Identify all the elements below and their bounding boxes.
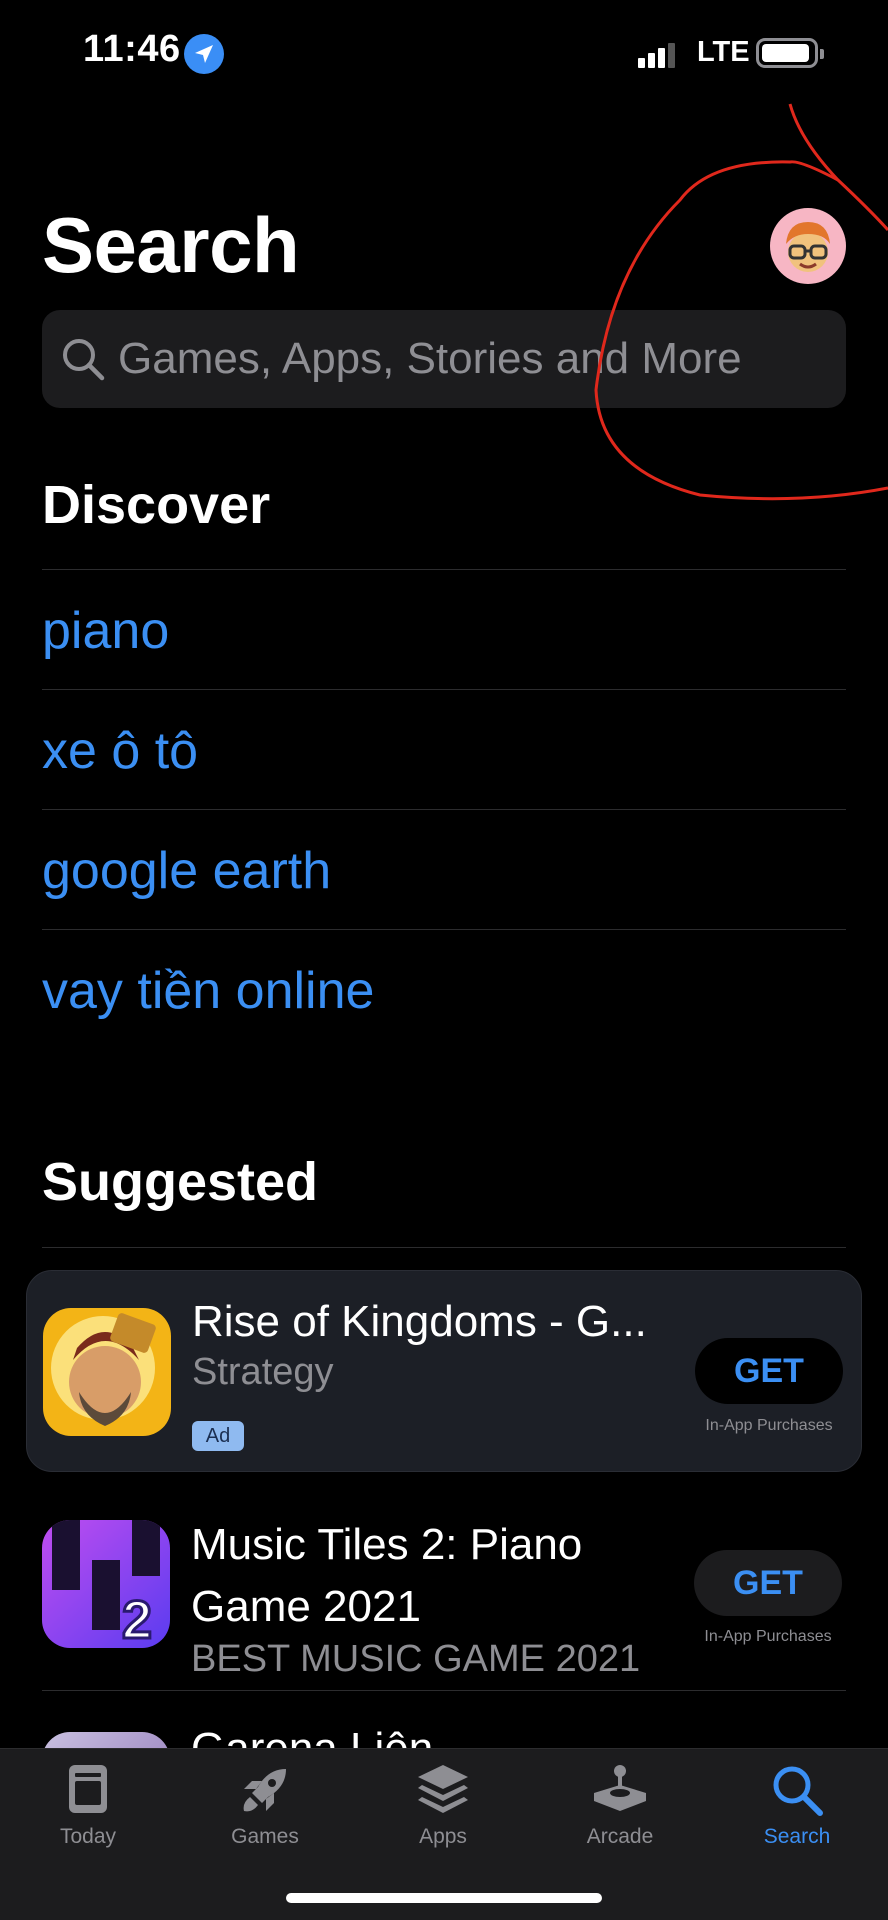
tab-label: Search [763,1825,831,1848]
discover-item-xe-o-to[interactable]: xe ô tô [42,692,846,810]
discover-item-google-earth[interactable]: google earth [42,812,846,930]
divider [42,1247,846,1248]
tab-apps[interactable]: Apps [368,1749,518,1879]
tab-games[interactable]: Games [190,1749,340,1879]
joystick-icon [594,1765,646,1811]
discover-item-vay-tien-online[interactable]: vay tiền online [42,932,846,1050]
discover-item-piano[interactable]: piano [42,572,846,690]
get-button[interactable]: GET [694,1550,842,1616]
rise-of-kingdoms-app-icon [43,1308,171,1436]
rocket-icon [243,1769,286,1812]
tab-label: Games [231,1825,299,1848]
home-indicator [286,1893,602,1903]
divider [42,929,846,930]
discover-title: Discover [42,475,271,535]
app-row-music-tiles-2[interactable]: 2 Music Tiles 2: Piano Game 2021 BEST MU… [26,1490,862,1690]
ad-badge: Ad [192,1421,244,1451]
svg-text:2: 2 [122,1590,152,1648]
divider [42,689,846,690]
cellular-signal-icon [638,40,684,68]
location-arrow-icon [184,34,224,74]
battery-icon [756,38,824,68]
tab-arcade[interactable]: Arcade [545,1749,695,1879]
app-name: Rise of Kingdoms - G... [192,1297,647,1346]
tab-search[interactable]: Search [722,1749,872,1879]
apps-stack-icon [418,1765,468,1813]
status-bar: 11:46 LTE [0,0,888,110]
suggested-title: Suggested [42,1152,319,1212]
music-tiles-2-app-icon: 2 [42,1520,170,1648]
in-app-purchases-note: In-App Purchases [704,1628,832,1645]
memoji-avatar-icon[interactable] [770,208,846,284]
today-icon [69,1765,107,1813]
app-name: Music Tiles 2: Piano Game 2021 [191,1520,583,1631]
app-row-rise-of-kingdoms[interactable]: Rise of Kingdoms - G... Strategy Ad GET … [26,1270,862,1472]
search-icon [773,1766,823,1816]
search-icon [63,339,105,381]
page-title: Search [42,201,300,289]
divider [42,569,846,570]
divider [42,809,846,810]
in-app-purchases-note: In-App Purchases [705,1417,833,1434]
tab-today[interactable]: Today [13,1749,163,1879]
tab-label: Arcade [586,1825,654,1848]
search-input[interactable] [118,310,838,408]
tab-label: Apps [419,1825,467,1848]
search-bar[interactable] [42,310,846,408]
app-subtitle: BEST MUSIC GAME 2021 [191,1638,641,1680]
get-button[interactable]: GET [695,1338,843,1404]
app-category: Strategy [192,1351,334,1393]
tab-label: Today [59,1825,117,1848]
network-type: LTE [697,36,750,68]
divider [42,1690,846,1691]
status-time: 11:46 [83,28,181,70]
